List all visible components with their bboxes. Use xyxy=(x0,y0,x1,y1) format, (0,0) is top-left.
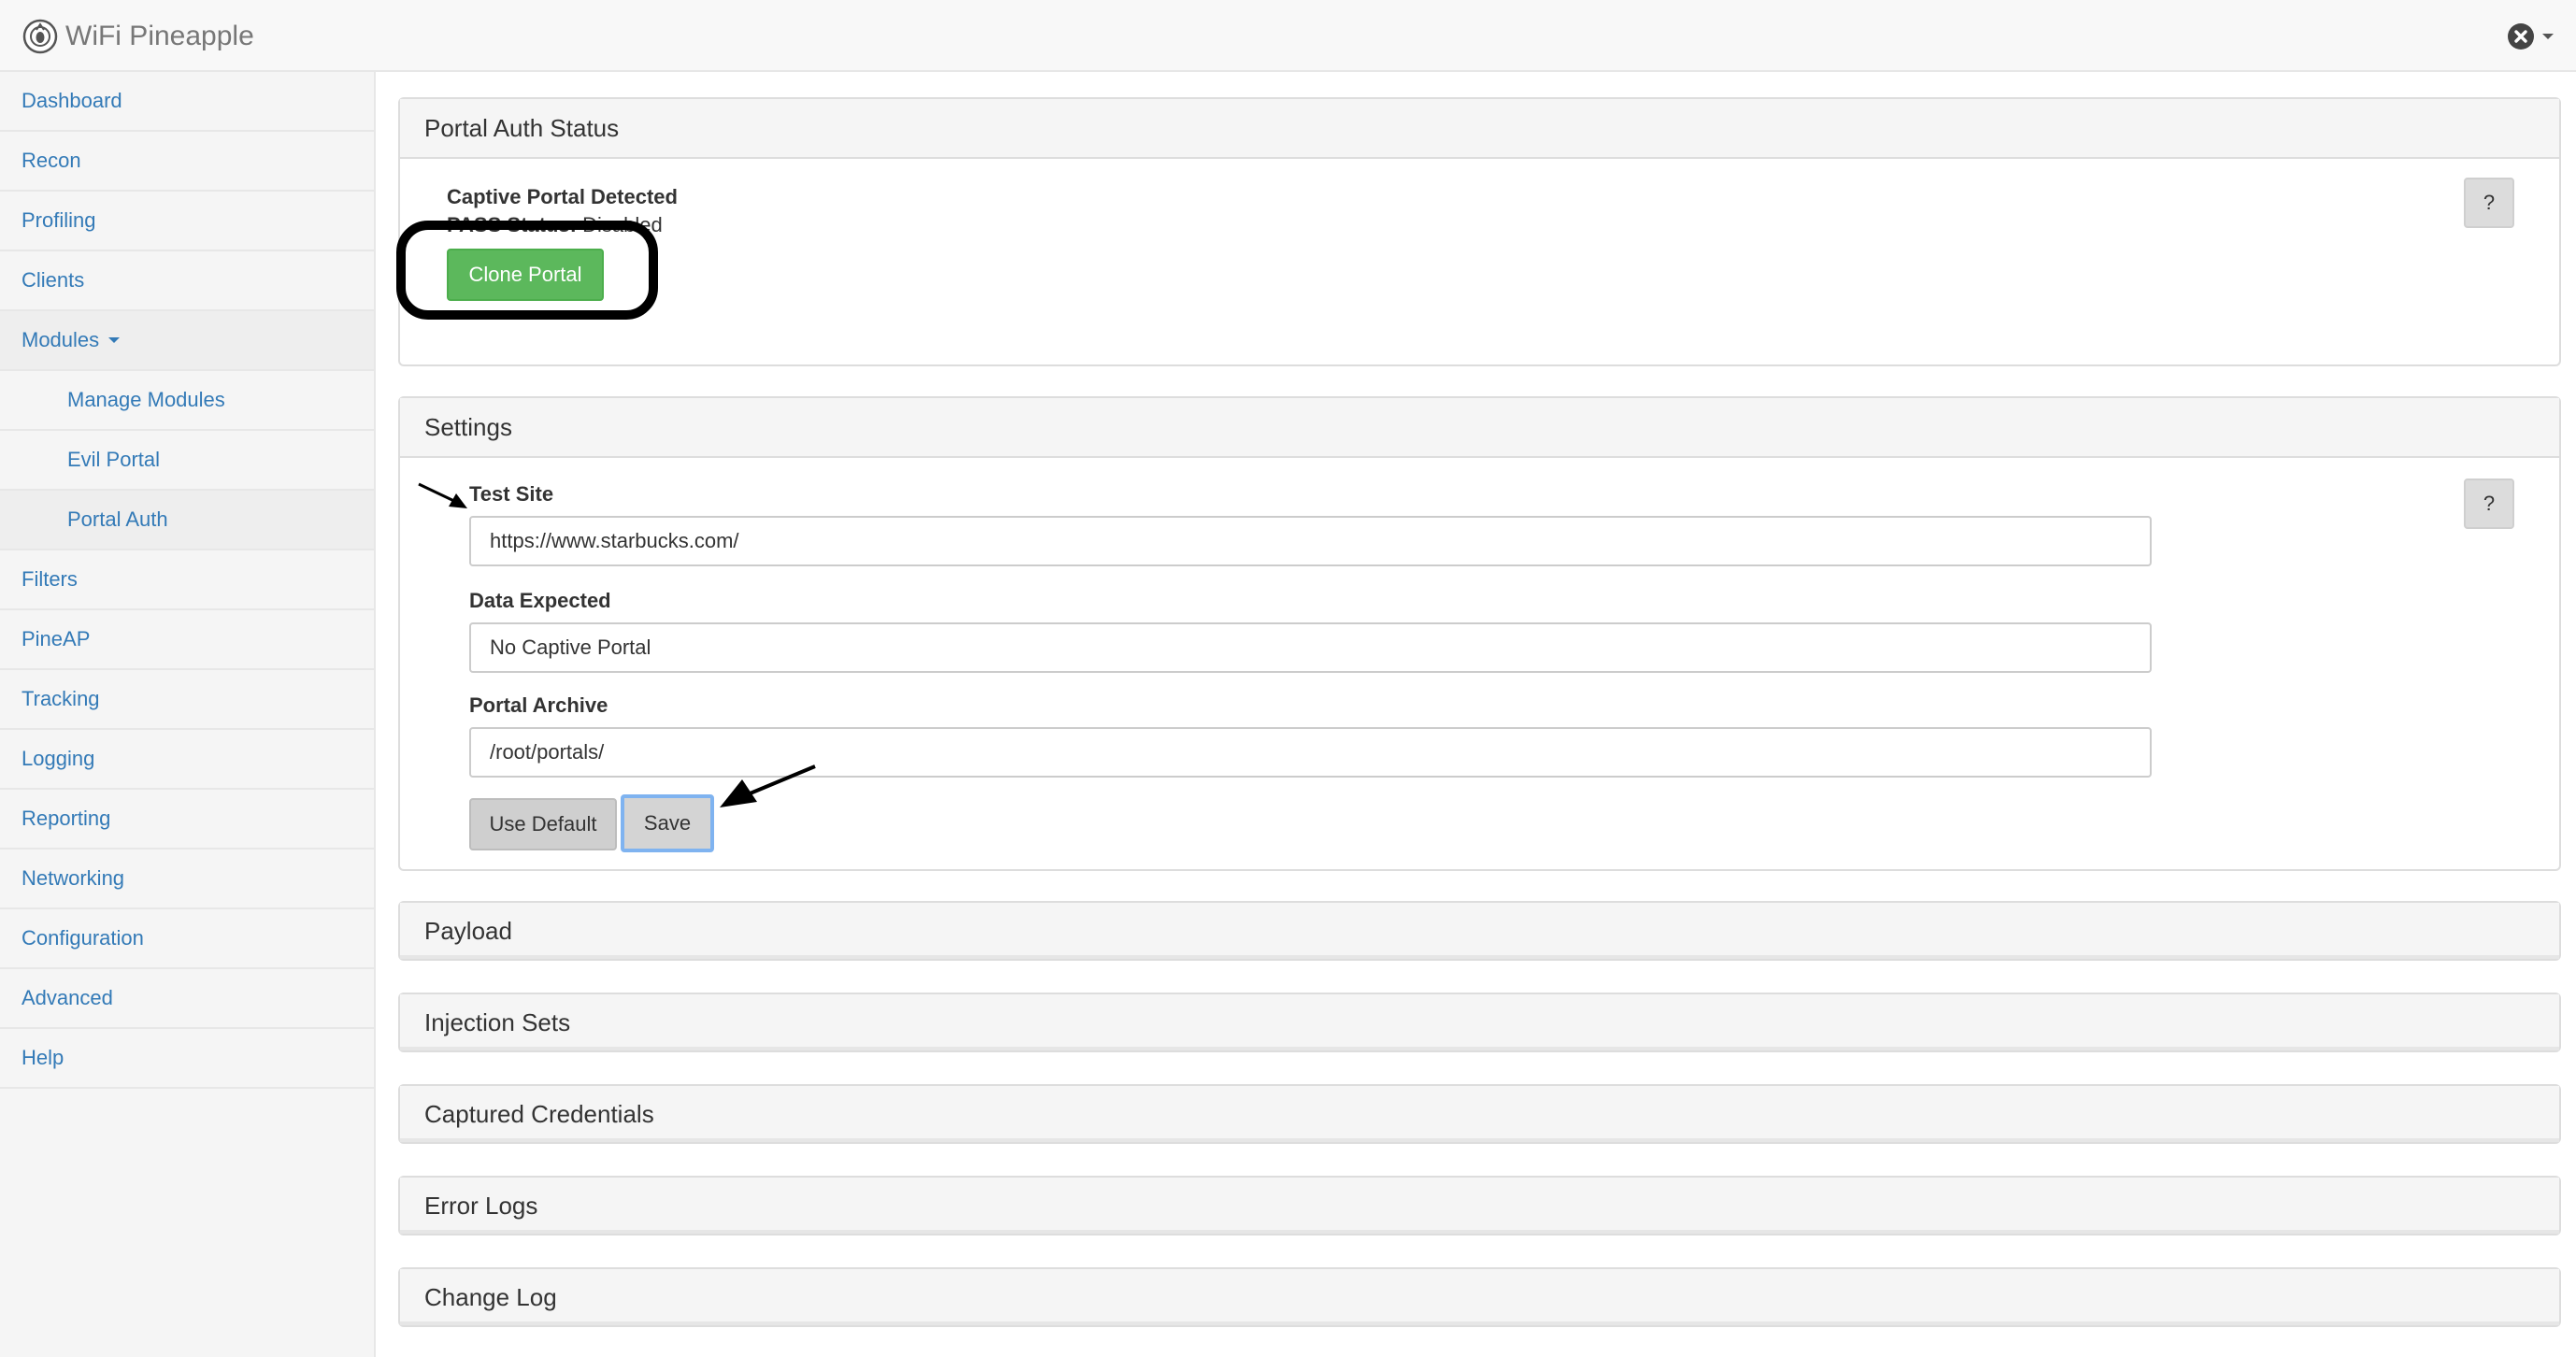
sidebar-item-reporting[interactable]: Reporting xyxy=(0,790,374,850)
test-site-label: Test Site xyxy=(469,482,554,506)
pineapple-logo-icon xyxy=(22,19,58,53)
sidebar-item-label: Evil Portal xyxy=(67,448,161,471)
panel-title: Settings xyxy=(424,412,512,441)
save-button[interactable]: Save xyxy=(621,794,714,852)
use-default-button[interactable]: Use Default xyxy=(469,798,617,850)
help-button[interactable]: ? xyxy=(2464,178,2514,228)
panel-heading[interactable]: Portal Auth Status xyxy=(400,99,2559,159)
annotation-arrow-icon xyxy=(418,482,467,508)
clone-portal-button[interactable]: Clone Portal xyxy=(447,249,604,301)
panel-heading[interactable]: Change Log xyxy=(400,1269,2559,1325)
sidebar-item-label: Profiling xyxy=(21,208,96,232)
sidebar-item-label: Dashboard xyxy=(21,89,122,112)
portal-auth-status-panel: Portal Auth Status ? Captive Portal Dete… xyxy=(396,97,2561,366)
panel-title: Payload xyxy=(424,916,512,945)
test-site-input[interactable]: https://www.starbucks.com/ xyxy=(469,516,2152,566)
error-logs-panel[interactable]: Error Logs xyxy=(398,1176,2561,1236)
panel-title: Portal Auth Status xyxy=(424,113,620,142)
sidebar-item-clients[interactable]: Clients xyxy=(0,251,374,311)
panel-heading[interactable]: Payload xyxy=(400,903,2559,959)
panel-heading[interactable]: Settings xyxy=(400,398,2559,458)
sidebar-item-dashboard[interactable]: Dashboard xyxy=(0,72,374,132)
sidebar-item-label: Filters xyxy=(21,567,78,591)
sidebar-item-modules[interactable]: Modules xyxy=(0,311,374,371)
sidebar-item-pineap[interactable]: PineAP xyxy=(0,610,374,670)
chevron-down-icon xyxy=(2542,33,2554,39)
sidebar-item-recon[interactable]: Recon xyxy=(0,132,374,192)
panel-title: Change Log xyxy=(424,1282,557,1311)
panel-heading[interactable]: Captured Credentials xyxy=(400,1086,2559,1142)
sidebar-item-label: Configuration xyxy=(21,926,144,950)
sidebar-item-filters[interactable]: Filters xyxy=(0,550,374,610)
sidebar-item-evil-portal[interactable]: Evil Portal xyxy=(0,431,374,491)
portal-archive-label: Portal Archive xyxy=(469,693,608,717)
sidebar-item-networking[interactable]: Networking xyxy=(0,850,374,909)
sidebar-item-tracking[interactable]: Tracking xyxy=(0,670,374,730)
sidebar-item-label: Logging xyxy=(21,747,95,770)
annotation-arrow-icon xyxy=(720,764,816,807)
sidebar-item-label: PineAP xyxy=(21,627,91,650)
sidebar-item-portal-auth[interactable]: Portal Auth xyxy=(0,491,374,550)
sidebar-item-help[interactable]: Help xyxy=(0,1029,374,1089)
sidebar-item-label: Recon xyxy=(21,149,81,172)
top-navbar: WiFi Pineapple xyxy=(0,0,2576,72)
brand[interactable]: WiFi Pineapple xyxy=(22,0,254,72)
sidebar-item-label: Manage Modules xyxy=(67,388,225,411)
sidebar-item-label: Portal Auth xyxy=(67,507,168,531)
close-circle-icon xyxy=(2508,22,2534,50)
captive-portal-status: Captive Portal Detected xyxy=(447,185,678,209)
sidebar-item-label: Networking xyxy=(21,866,125,890)
sidebar-item-advanced[interactable]: Advanced xyxy=(0,969,374,1029)
payload-panel[interactable]: Payload xyxy=(398,901,2561,961)
sidebar-item-label: Modules xyxy=(21,328,100,351)
sidebar-item-label: Clients xyxy=(21,268,85,292)
sidebar-item-label: Help xyxy=(21,1046,64,1069)
data-expected-label: Data Expected xyxy=(469,589,611,612)
panel-heading[interactable]: Error Logs xyxy=(400,1178,2559,1234)
panel-title: Injection Sets xyxy=(424,1007,571,1036)
account-menu[interactable] xyxy=(2507,0,2554,72)
sidebar-item-label: Advanced xyxy=(21,986,113,1009)
panel-heading[interactable]: Injection Sets xyxy=(400,994,2559,1050)
captured-credentials-panel[interactable]: Captured Credentials xyxy=(398,1084,2561,1144)
sidebar: Dashboard Recon Profiling Clients Module… xyxy=(0,72,376,1357)
sidebar-item-configuration[interactable]: Configuration xyxy=(0,909,374,969)
data-expected-input[interactable]: No Captive Portal xyxy=(469,622,2152,673)
help-button[interactable]: ? xyxy=(2464,479,2514,529)
sidebar-item-label: Tracking xyxy=(21,687,100,710)
injection-sets-panel[interactable]: Injection Sets xyxy=(398,993,2561,1052)
change-log-panel[interactable]: Change Log xyxy=(398,1267,2561,1327)
panel-title: Captured Credentials xyxy=(424,1099,654,1128)
sidebar-item-logging[interactable]: Logging xyxy=(0,730,374,790)
sidebar-item-manage-modules[interactable]: Manage Modules xyxy=(0,371,374,431)
sidebar-item-profiling[interactable]: Profiling xyxy=(0,192,374,251)
panel-title: Error Logs xyxy=(424,1191,538,1220)
chevron-down-icon xyxy=(108,337,121,343)
app-title: WiFi Pineapple xyxy=(65,20,254,51)
sidebar-item-label: Reporting xyxy=(21,807,111,830)
detected-text: Captive Portal Detected xyxy=(447,185,678,208)
